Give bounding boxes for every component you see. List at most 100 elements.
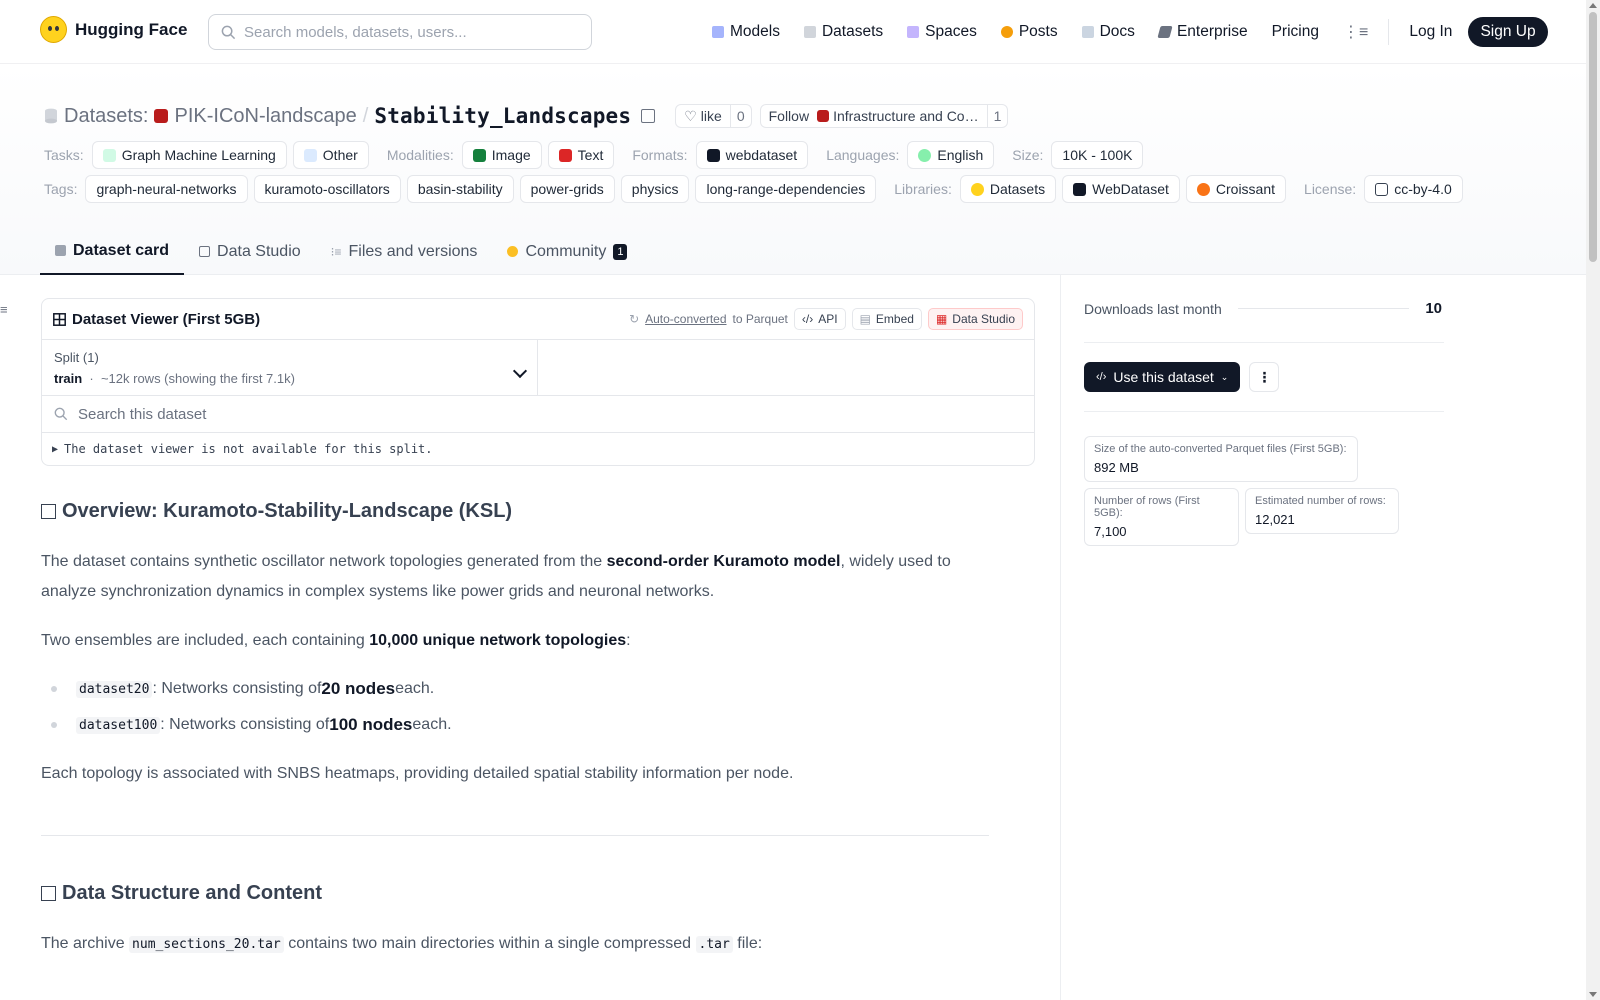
repo-title: Datasets: PIK-ICoN-landscape / Stability… <box>44 101 1009 131</box>
embed-icon: ▤ <box>859 312 871 326</box>
tab-community[interactable]: Community 1 <box>492 228 642 275</box>
docs-icon <box>1081 26 1094 38</box>
nav-posts-label: Posts <box>1018 23 1058 40</box>
tag-library-webdataset[interactable]: WebDataset <box>1062 175 1180 203</box>
tag-item[interactable]: physics <box>620 175 690 203</box>
tag-modality-text[interactable]: Text <box>547 141 615 169</box>
tag-label: WebDataset <box>1092 181 1169 197</box>
nav-models[interactable]: Models <box>700 16 792 48</box>
models-icon <box>712 26 724 38</box>
tab-files[interactable]: ⁝≡ Files and versions <box>316 228 493 275</box>
data-studio-button[interactable]: ▦ Data Studio <box>927 308 1023 330</box>
repo-tabs: Dataset card Data Studio ⁝≡ Files and ver… <box>40 228 642 275</box>
tag-label: Other <box>322 147 358 163</box>
nav-posts[interactable]: Posts <box>989 16 1070 48</box>
stat-label: Number of rows (First 5GB): <box>1094 495 1200 519</box>
tag-item[interactable]: power-grids <box>519 175 615 203</box>
scroll-thumb[interactable] <box>1589 12 1597 262</box>
tag-item[interactable]: basin-stability <box>406 175 514 203</box>
tab-label: Data Studio <box>217 242 301 260</box>
tag-format-webdataset[interactable]: webdataset <box>695 141 809 169</box>
tag-label: Image <box>491 147 531 163</box>
scroll-down-icon[interactable] <box>1589 992 1597 997</box>
login-link[interactable]: Log In <box>1397 16 1464 48</box>
stat-parquet-size: Size of the auto-converted Parquet files… <box>1084 436 1358 482</box>
tag-item[interactable]: kuramoto-oscillators <box>253 175 401 203</box>
embed-button[interactable]: ▤ Embed <box>851 308 922 330</box>
tag-item[interactable]: long-range-dependencies <box>695 175 877 203</box>
tag-language-english[interactable]: English <box>907 141 995 169</box>
tag-license[interactable]: cc-by-4.0 <box>1364 175 1463 203</box>
repo-name[interactable]: Stability_Landscapes <box>374 104 631 128</box>
graph-icon <box>102 148 116 162</box>
tag-label: Croissant <box>1215 181 1276 197</box>
tag-task-other[interactable]: Other <box>292 141 369 169</box>
org-avatar <box>154 109 169 123</box>
tag-label: English <box>937 147 984 163</box>
formats-label: Formats: <box>632 147 688 163</box>
tag-library-croissant[interactable]: Croissant <box>1185 175 1287 203</box>
tag-library-datasets[interactable]: Datasets <box>959 175 1057 203</box>
use-dataset-button[interactable]: ‹/› Use this dataset ⌄ <box>1084 362 1241 392</box>
search-icon <box>221 25 236 39</box>
side-panel: Downloads last month 10 ‹/› Use this data… <box>1084 275 1444 412</box>
caret-right-icon: ▶ <box>52 443 59 455</box>
brand-logo[interactable]: Hugging Face <box>40 16 187 43</box>
signup-button[interactable]: Sign Up <box>1468 17 1548 47</box>
nav-enterprise[interactable]: Enterprise <box>1147 16 1260 48</box>
tag-task-graph-ml[interactable]: Graph Machine Learning <box>91 141 287 169</box>
tab-dataset-card[interactable]: Dataset card <box>40 228 185 275</box>
scroll-up-icon[interactable] <box>1589 3 1597 8</box>
bank-icon <box>1375 182 1389 196</box>
split-selector[interactable]: Split (1) train · ~12k rows (showing the… <box>42 340 538 395</box>
copy-icon[interactable] <box>641 109 656 123</box>
tag-modality-image[interactable]: Image <box>461 141 542 169</box>
viewer-unavailable-note[interactable]: ▶ The dataset viewer is not available fo… <box>42 433 1034 465</box>
split-name: train <box>54 371 83 386</box>
files-icon: ⁝≡ <box>330 244 342 259</box>
tag-label: Datasets <box>989 181 1046 197</box>
auto-converted-link[interactable]: Auto-converted <box>645 312 726 326</box>
paragraph: The dataset contains synthetic oscillato… <box>41 553 951 600</box>
refresh-icon: ↻ <box>629 312 640 326</box>
stat-value: 7,100 <box>1094 524 1127 539</box>
tag-item[interactable]: graph-neural-networks <box>85 175 248 203</box>
text-icon <box>558 148 572 162</box>
section-label: Datasets: <box>64 104 149 127</box>
nav-datasets[interactable]: Datasets <box>792 16 895 48</box>
viewer-search-input[interactable] <box>78 405 878 423</box>
more-options-button[interactable]: ⋮ <box>1249 362 1280 392</box>
code-icon: ‹/› <box>801 312 814 326</box>
nav-pricing[interactable]: Pricing <box>1260 16 1331 48</box>
global-search[interactable] <box>208 14 592 50</box>
org-link[interactable]: PIK-ICoN-landscape <box>174 105 356 128</box>
follow-button[interactable]: Follow Infrastructure and Co… 1 <box>759 104 1009 128</box>
downloads-row: Downloads last month 10 <box>1084 275 1444 343</box>
nav-spaces[interactable]: Spaces <box>895 16 989 48</box>
tab-data-studio[interactable]: Data Studio <box>184 228 316 275</box>
nav-docs[interactable]: Docs <box>1070 16 1147 48</box>
like-button[interactable]: ♡ like 0 <box>675 104 752 128</box>
nav-enterprise-label: Enterprise <box>1176 23 1248 40</box>
more-menu-button[interactable]: ⋮≡ <box>1331 16 1380 48</box>
top-nav: Hugging Face Models Datasets Spaces Post… <box>0 0 1586 64</box>
paragraph: Each topology is associated with SNBS he… <box>41 765 794 782</box>
downloads-count: 10 <box>1425 300 1442 317</box>
like-count: 0 <box>729 105 751 127</box>
sidebar-toggle-icon[interactable]: ≡ <box>0 302 8 317</box>
modalities-label: Modalities: <box>386 147 454 163</box>
page-scrollbar[interactable] <box>1586 0 1600 1000</box>
nav-docs-label: Docs <box>1099 23 1135 40</box>
card-icon <box>55 245 66 256</box>
list-item: dataset100: Networks consisting of 100 n… <box>41 707 1001 743</box>
api-button[interactable]: ‹/› API <box>793 308 846 330</box>
heading-overview: Overview: Kuramoto-Stability-Landscape (… <box>41 500 1001 523</box>
stat-estimated-rows: Estimated number of rows: 12,021 <box>1245 488 1399 534</box>
use-dataset-label: Use this dataset <box>1113 369 1214 385</box>
tag-size[interactable]: 10K - 100K <box>1051 141 1144 169</box>
viewer-search[interactable] <box>42 396 1034 433</box>
size-label: Size: <box>1012 147 1044 163</box>
tab-label: Dataset card <box>73 241 170 259</box>
split-label: Split (1) <box>54 350 99 365</box>
search-input[interactable] <box>244 23 574 41</box>
